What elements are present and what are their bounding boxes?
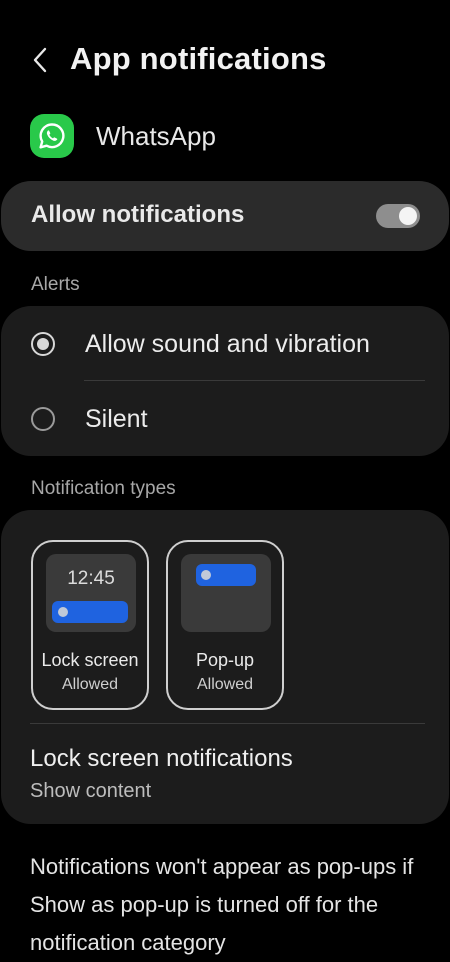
alert-option-sound-vibration[interactable]: Allow sound and vibration <box>1 307 449 381</box>
pop-up-preview <box>181 554 271 632</box>
notification-types-section-label: Notification types <box>31 478 176 499</box>
lock-screen-preview-time: 12:45 <box>67 568 115 589</box>
toggle-knob <box>399 207 417 225</box>
radio-unselected-icon[interactable] <box>31 407 55 431</box>
tile-lock-screen[interactable]: 12:45 Lock screen Allowed <box>31 540 149 710</box>
alerts-section-label: Alerts <box>31 274 80 295</box>
app-row: WhatsApp <box>30 113 216 159</box>
lock-screen-notifications-title: Lock screen notifications <box>30 745 293 772</box>
tile-title: Lock screen <box>41 650 139 670</box>
alert-option-silent[interactable]: Silent <box>1 382 449 456</box>
allow-notifications-toggle[interactable] <box>376 204 420 228</box>
tile-status: Allowed <box>196 676 254 693</box>
header: App notifications <box>0 0 450 124</box>
popup-footnote: Notifications won't appear as pop-ups if… <box>30 854 414 955</box>
notification-banner-preview <box>52 601 128 623</box>
pop-up-banner-preview <box>196 564 256 586</box>
whatsapp-icon <box>30 114 74 158</box>
back-button[interactable] <box>22 40 58 80</box>
chevron-left-icon <box>33 47 47 73</box>
radio-selected-icon[interactable] <box>31 332 55 356</box>
allow-notifications-label: Allow notifications <box>31 201 245 228</box>
alert-option-label: Silent <box>85 405 148 433</box>
lock-screen-preview: 12:45 <box>46 554 136 632</box>
lock-screen-notifications-value: Show content <box>30 780 152 802</box>
alerts-divider <box>84 380 425 381</box>
alert-option-label: Allow sound and vibration <box>85 330 370 358</box>
lock-screen-notifications-row[interactable] <box>1 726 449 822</box>
tile-title: Pop-up <box>195 650 255 670</box>
tile-pop-up[interactable]: Pop-up Allowed <box>166 540 284 710</box>
types-divider <box>30 723 425 724</box>
page-title: App notifications <box>70 41 327 76</box>
app-name: WhatsApp <box>96 120 216 151</box>
tile-status: Allowed <box>61 676 119 693</box>
